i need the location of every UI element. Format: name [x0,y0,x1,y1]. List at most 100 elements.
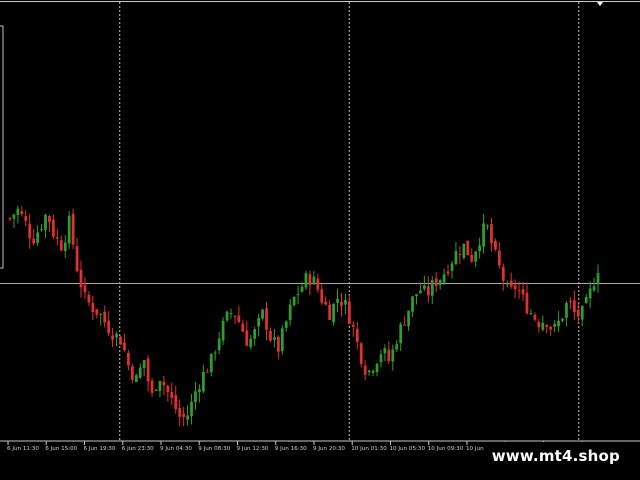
candle-body [561,318,564,321]
candle-body [494,240,497,250]
candle-body [44,215,47,230]
candle-body [557,320,560,327]
time-tick-label: 6 Jun 23:30 [122,446,154,452]
candle-body [16,208,20,216]
candle-body [205,371,209,373]
candle-body [83,285,87,292]
time-tick-label: 9 Jun 04:30 [160,446,192,452]
candle-body [588,288,592,299]
candle-body [497,250,501,266]
chart-window[interactable]: 6 Jun 11:30 6 Jun 15:00 6 Jun 19:30 6 Jun 2… [0,0,640,480]
candle-body [36,232,39,244]
candle-body [466,240,470,256]
candle-body [446,271,450,274]
candle-body [584,296,588,304]
candle-body [320,289,324,303]
candle-body [367,370,371,373]
candle-body [221,320,225,341]
candle-body [344,299,347,305]
candle-body [501,266,505,281]
candle-body [229,313,233,315]
candle-body [549,326,553,330]
candle-body [20,211,24,215]
candle-body [304,273,308,288]
candle-body [458,253,462,255]
candle-body [245,330,249,346]
candle-body [572,300,576,313]
candle-body [201,371,205,392]
candle-body [257,318,260,327]
candle-body [12,214,16,219]
candle-body [280,328,284,352]
candle-body [276,336,280,352]
candle-body [351,324,355,327]
candle-body [213,352,217,354]
candle-body [119,336,122,345]
candle-body [478,245,481,252]
time-tick-label: 6 Jun 15:00 [45,446,77,452]
candle-body [158,381,162,391]
candle-body [442,274,446,283]
candle-body [411,296,414,312]
candle-body [55,237,59,239]
candle-body [111,335,114,340]
candle-body [134,375,138,383]
candle-body [340,301,343,307]
candle-body [95,309,99,315]
candle-body [40,228,43,230]
candle-body [261,309,264,319]
price-chart[interactable]: 6 Jun 11:30 6 Jun 15:00 6 Jun 19:30 6 Jun 2… [0,0,640,480]
candle-body [300,286,304,292]
candle-body [225,311,229,321]
candle-body [387,349,391,362]
candle-body [533,314,537,320]
candle-body [332,303,335,323]
candle-body [67,215,71,244]
candle-body [391,349,395,362]
candle-body [419,290,422,293]
candle-body [375,363,379,372]
candle-body [87,294,91,303]
candle-body [438,280,442,286]
candle-body [565,303,568,318]
time-tick-label: 9 Jun 16:30 [275,446,307,452]
candle-body [237,315,241,323]
candle-body [545,324,549,327]
candle-body [348,301,351,324]
candle-body [328,304,332,320]
candle-body [241,323,245,332]
time-tick-label: 9 Jun 12:30 [237,446,269,452]
candle-body [521,289,525,295]
candle-body [146,358,150,382]
candle-body [24,216,28,222]
candle-body [233,315,237,317]
candle-body [8,218,12,220]
candle-body [363,365,367,375]
candle-body [490,224,493,244]
candle-body [115,333,118,338]
candle-body [537,321,541,328]
candle-body [249,338,253,348]
candle-body [316,278,320,290]
candle-body [79,269,83,288]
candle-body [308,274,312,286]
candle-body [450,263,454,271]
candle-body [482,223,485,247]
candle-body [486,225,489,227]
candle-body [127,352,130,366]
candle-body [170,392,174,399]
candle-body [371,370,375,373]
candle-body [186,415,189,420]
candle-body [505,283,509,285]
candle-body [130,366,134,380]
candle-body [434,278,438,286]
candle-body [426,286,430,296]
candle-body [269,330,272,341]
candle-body [103,311,107,323]
candle-body [284,321,288,328]
candle-body [32,238,36,244]
candle-body [162,381,166,386]
candle-body [454,251,458,265]
candle-body [178,407,182,417]
candle-body [154,389,158,391]
